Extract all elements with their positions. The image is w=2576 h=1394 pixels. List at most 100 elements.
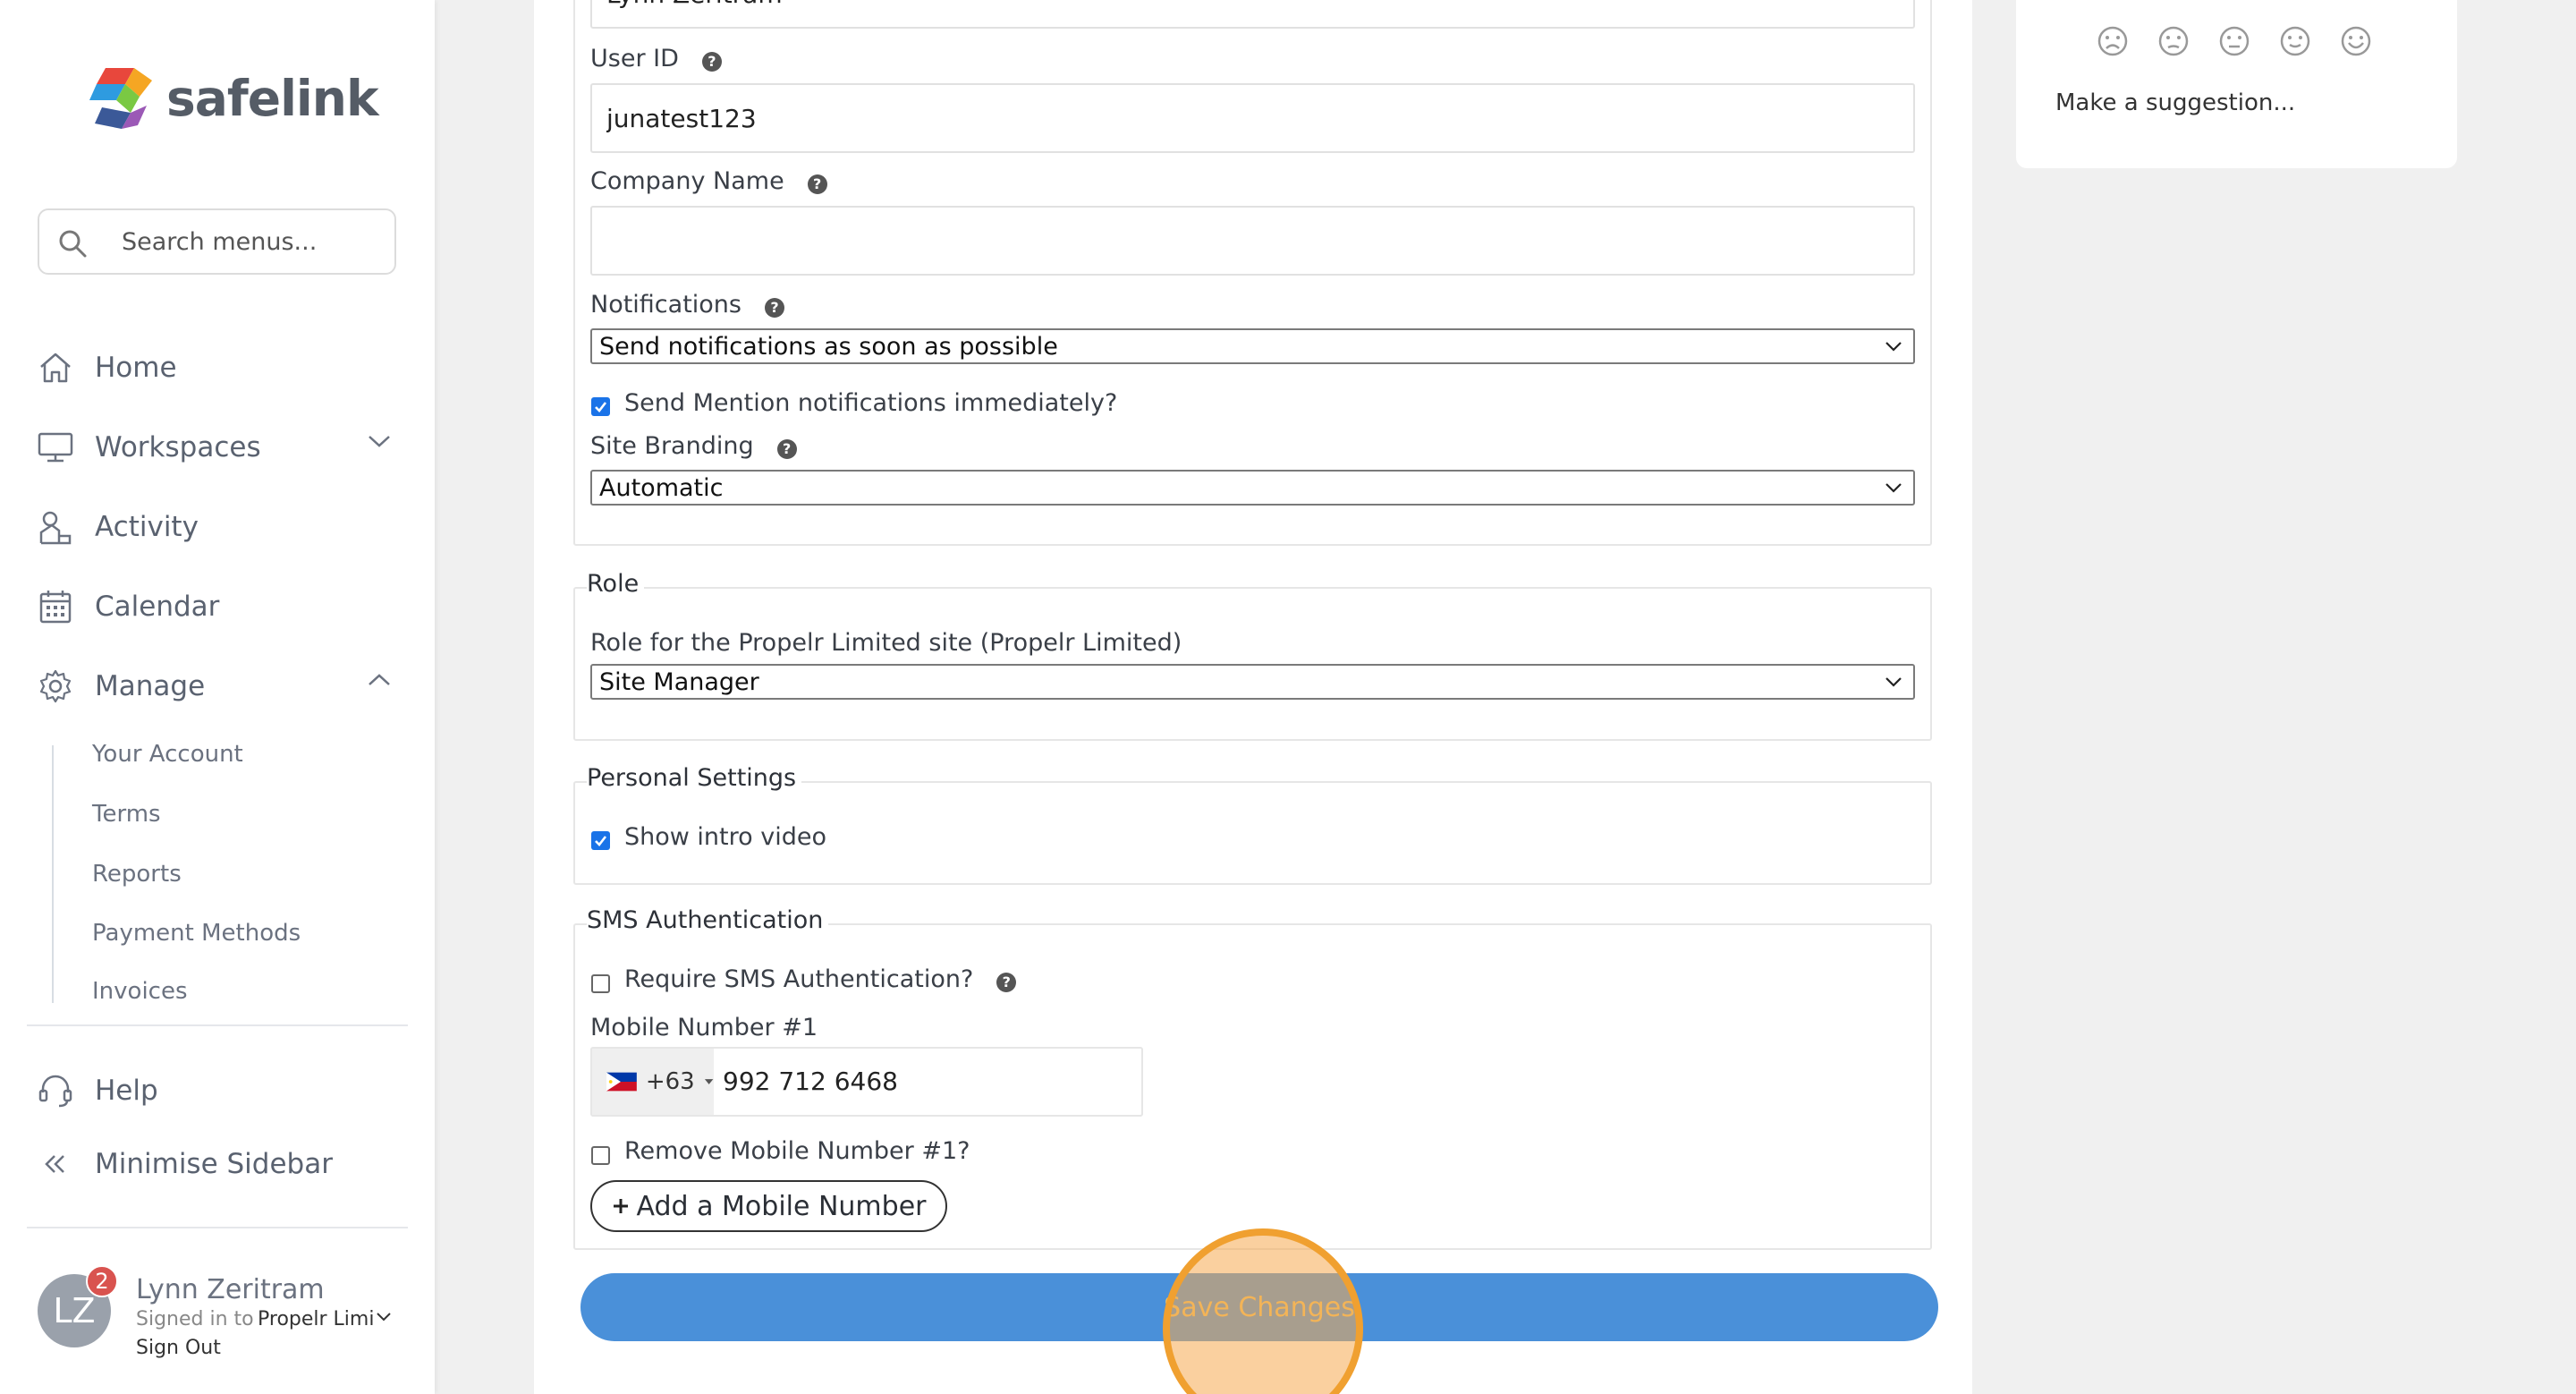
mobile-number-label: Mobile Number #1 — [590, 1014, 818, 1041]
sidebar-subitem-your-account[interactable]: Your Account — [92, 741, 243, 768]
notifications-label: Notifications ? — [590, 291, 784, 319]
chevron-down-icon[interactable] — [376, 1312, 392, 1322]
safelink-logo[interactable]: safelink — [89, 61, 379, 136]
sidebar-subitem-reports[interactable]: Reports — [92, 861, 182, 888]
organisation-switcher[interactable]: Propelr Limited — [258, 1308, 374, 1330]
notification-badge[interactable]: 2 — [86, 1265, 118, 1297]
sms-required-checkbox[interactable] — [591, 974, 610, 993]
add-mobile-number-label: Add a Mobile Number — [636, 1190, 927, 1222]
role-select-value: Site Manager — [599, 667, 759, 696]
personal-settings-legend: Personal Settings — [587, 764, 802, 792]
sidebar-subitem-invoices[interactable]: Invoices — [92, 978, 188, 999]
site-branding-select[interactable]: Automatic — [590, 470, 1915, 506]
mobile-number-field[interactable]: +63 992 712 6468 — [590, 1047, 1143, 1117]
country-code: +63 — [645, 1068, 695, 1095]
mention-label: Send Mention notifications immediately? — [624, 389, 1118, 417]
monitor-icon — [38, 429, 73, 465]
sidebar-item-label: Activity — [95, 511, 199, 543]
sidebar: safelink Home Workspaces Activity Calend… — [0, 0, 435, 1394]
site-branding-label: Site Branding ? — [590, 432, 797, 460]
save-changes-label: Save Changes — [1164, 1291, 1355, 1323]
signed-in-label: Signed in to — [136, 1308, 254, 1330]
sidebar-item-home[interactable]: Home — [38, 341, 413, 395]
check-icon — [595, 836, 607, 846]
activity-icon — [38, 509, 73, 545]
sidebar-item-calendar[interactable]: Calendar — [38, 580, 413, 633]
user-id-label: User ID ? — [590, 45, 722, 72]
sidebar-item-activity[interactable]: Activity — [38, 500, 413, 554]
happy-face-icon[interactable] — [2279, 25, 2311, 57]
sidebar-item-label: Home — [95, 352, 177, 384]
sidebar-item-manage[interactable]: Manage — [38, 659, 413, 713]
sidebar-divider — [27, 1024, 408, 1026]
very-happy-face-icon[interactable] — [2340, 25, 2372, 57]
sms-legend: SMS Authentication — [587, 906, 829, 934]
company-name-label-text: Company Name — [590, 167, 784, 195]
user-id-label-text: User ID — [590, 45, 679, 72]
safelink-logo-icon — [89, 68, 152, 129]
intro-video-checkbox[interactable] — [591, 831, 610, 850]
chevron-down-icon — [1885, 677, 1902, 687]
company-name-label: Company Name ? — [590, 167, 827, 195]
caret-down-icon — [704, 1079, 714, 1084]
notifications-select-value: Send notifications as soon as possible — [599, 332, 1058, 361]
help-icon[interactable]: ? — [776, 438, 797, 459]
chevron-down-icon — [1885, 483, 1902, 493]
role-legend: Role — [587, 570, 645, 598]
notifications-select[interactable]: Send notifications as soon as possible — [590, 328, 1915, 364]
plus-icon — [613, 1199, 628, 1213]
sidebar-item-minimise[interactable]: Minimise Sidebar — [38, 1137, 413, 1191]
chevron-down-icon — [1885, 342, 1902, 352]
chevron-up-icon[interactable] — [367, 672, 392, 688]
role-select[interactable]: Site Manager — [590, 664, 1915, 700]
sidebar-item-label: Help — [95, 1075, 158, 1107]
headset-icon — [38, 1073, 73, 1109]
site-branding-select-value: Automatic — [599, 473, 724, 502]
intro-video-label: Show intro video — [624, 823, 826, 851]
search-icon — [59, 230, 87, 258]
search-input[interactable] — [122, 227, 381, 256]
philippines-flag-icon — [606, 1072, 637, 1092]
feedback-card: Make a suggestion... — [2016, 0, 2457, 168]
save-changes-button[interactable]: Save Changes — [580, 1273, 1938, 1341]
sidebar-item-label: Workspaces — [95, 431, 261, 463]
home-icon — [38, 350, 73, 386]
sidebar-divider — [27, 1227, 408, 1228]
add-mobile-number-button[interactable]: Add a Mobile Number — [590, 1180, 947, 1232]
gear-icon — [38, 668, 73, 704]
help-icon[interactable]: ? — [765, 297, 784, 318]
remove-mobile-checkbox[interactable] — [591, 1146, 610, 1165]
sidebar-item-workspaces[interactable]: Workspaces — [38, 421, 413, 474]
sms-required-label: Require SMS Authentication? ? — [624, 965, 1017, 993]
chevron-down-icon[interactable] — [367, 433, 392, 449]
sidebar-item-label: Calendar — [95, 591, 220, 623]
sms-required-label-text: Require SMS Authentication? — [624, 965, 974, 993]
check-icon — [595, 402, 607, 412]
help-icon[interactable]: ? — [807, 174, 827, 194]
mobile-number-value[interactable]: 992 712 6468 — [723, 1067, 898, 1096]
sidebar-item-label: Manage — [95, 670, 206, 702]
sidebar-item-label: Minimise Sidebar — [95, 1148, 333, 1180]
sign-out-link[interactable]: Sign Out — [136, 1337, 221, 1359]
help-icon[interactable]: ? — [996, 972, 1017, 992]
sad-face-icon[interactable] — [2157, 25, 2190, 57]
search-box[interactable] — [38, 208, 396, 275]
country-code-selector[interactable]: +63 — [592, 1049, 714, 1115]
submenu-line — [52, 745, 54, 1003]
user-id-input[interactable] — [590, 83, 1915, 153]
sidebar-subitem-terms[interactable]: Terms — [92, 801, 161, 828]
sidebar-item-help[interactable]: Help — [38, 1064, 413, 1118]
help-icon[interactable]: ? — [701, 51, 722, 72]
role-label: Role for the Propelr Limited site (Prope… — [590, 629, 1182, 657]
very-sad-face-icon[interactable] — [2097, 25, 2129, 57]
double-chevron-left-icon — [38, 1146, 73, 1182]
user-name: Lynn Zeritram — [136, 1274, 325, 1305]
brand-name: safelink — [166, 70, 379, 127]
make-suggestion-link[interactable]: Make a suggestion... — [2055, 89, 2295, 116]
name-input[interactable] — [590, 0, 1915, 29]
neutral-face-icon[interactable] — [2218, 25, 2250, 57]
rating-faces — [2097, 25, 2372, 57]
sidebar-subitem-payment-methods[interactable]: Payment Methods — [92, 920, 301, 947]
mention-checkbox[interactable] — [591, 397, 610, 416]
company-name-input[interactable] — [590, 206, 1915, 276]
